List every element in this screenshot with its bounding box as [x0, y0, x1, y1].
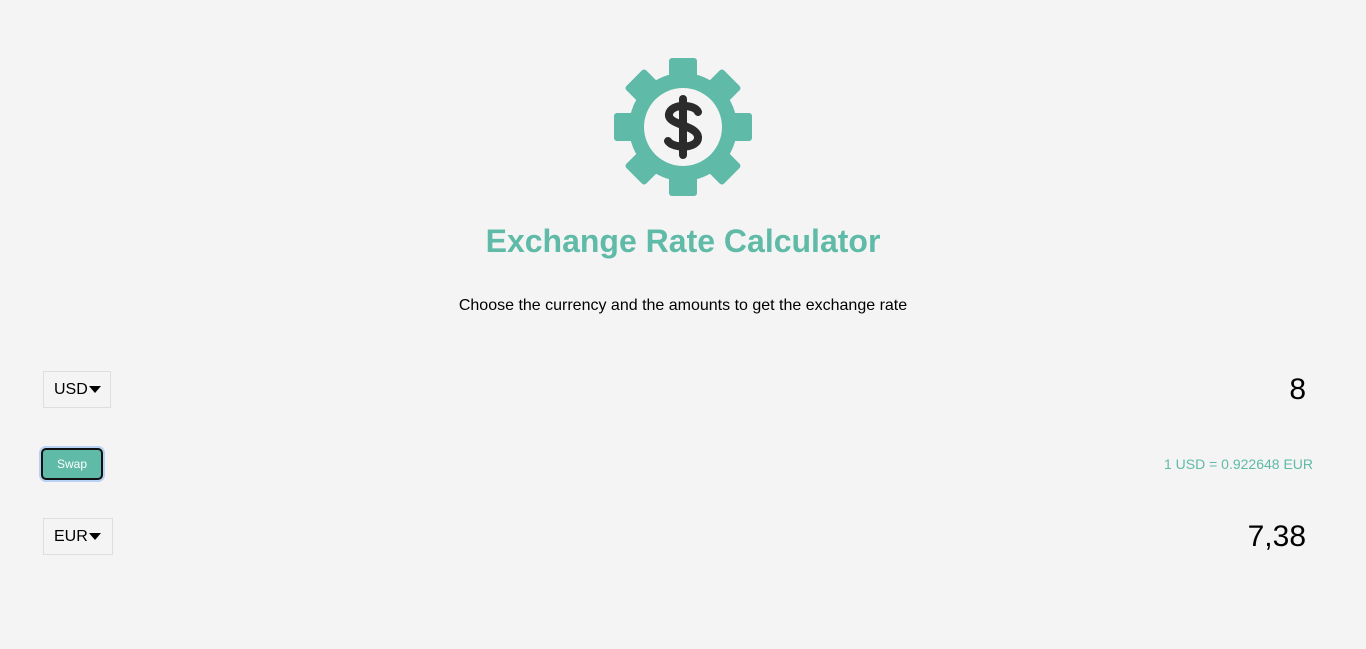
- page-title: Exchange Rate Calculator: [485, 223, 881, 259]
- caret-down-icon: [88, 533, 101, 540]
- amount-one-input[interactable]: 8: [1289, 372, 1306, 408]
- caret-down-icon: [88, 386, 101, 393]
- swap-button[interactable]: Swap: [41, 448, 103, 480]
- amount-two-input[interactable]: 7,38: [1248, 519, 1306, 555]
- currency-one-value: USD: [54, 380, 88, 398]
- currency-two-select[interactable]: EUR: [43, 518, 113, 555]
- page-subtitle: Choose the currency and the amounts to g…: [458, 297, 908, 314]
- currency-two-value: EUR: [54, 527, 88, 545]
- currency-one-select[interactable]: USD: [43, 371, 111, 408]
- exchange-rate-page: Exchange Rate Calculator Choose the curr…: [0, 0, 1366, 649]
- gear-dollar-icon: [613, 57, 753, 197]
- exchange-rate-text: 1 USD = 0.922648 EUR: [1163, 456, 1313, 472]
